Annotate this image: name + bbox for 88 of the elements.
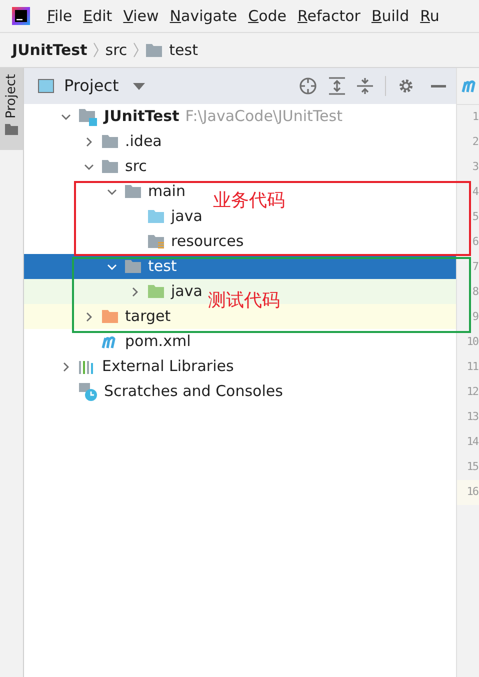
tree-row[interactable]: java (24, 204, 204, 229)
breadcrumb-separator-icon (133, 42, 140, 58)
tree-row[interactable]: Scratches and Consoles (24, 379, 285, 404)
node-label: java (171, 206, 202, 228)
folder-icon (147, 209, 165, 224)
menu-item[interactable]: Code (248, 4, 287, 28)
tree-row[interactable]: src (24, 154, 149, 179)
node-path: F:\JavaCode\JUnitTest (185, 106, 342, 128)
node-label: test (148, 256, 177, 278)
panel-title[interactable]: Project (64, 74, 119, 98)
line-number: 15 (466, 459, 478, 476)
line-number: 4 (472, 184, 478, 200)
annotation-label: 测试代码 (208, 289, 280, 313)
menu-item[interactable]: Edit (83, 4, 112, 28)
line-number: 7 (472, 259, 478, 276)
scratch-clock-icon (78, 382, 98, 402)
chevron-down-icon[interactable] (107, 186, 117, 196)
folder-icon (101, 309, 119, 324)
menu-item[interactable]: Refactor (298, 4, 360, 28)
module-folder-icon (78, 108, 98, 126)
chevron-right-icon[interactable] (84, 312, 94, 322)
folder-icon (101, 134, 119, 149)
line-number: 10 (466, 334, 478, 350)
dropdown-caret-icon[interactable] (132, 82, 145, 90)
app-logo-icon (12, 7, 30, 25)
line-number: 12 (466, 384, 478, 400)
annotation-label: 业务代码 (213, 189, 285, 213)
tree-row[interactable]: pom.xml (24, 329, 193, 354)
node-label: External Libraries (102, 356, 234, 378)
tree-row[interactable]: .idea (24, 129, 164, 154)
line-number: 6 (472, 234, 478, 250)
line-number: 3 (472, 159, 478, 176)
folder-icon (124, 259, 142, 274)
tree-row[interactable]: resources (24, 229, 246, 254)
node-label: src (125, 156, 147, 178)
chevron-right-icon[interactable] (130, 286, 140, 296)
menu-item[interactable]: Navigate (170, 4, 238, 28)
line-number: 14 (466, 434, 478, 450)
resources-folder-icon (147, 234, 165, 249)
node-label: main (148, 181, 186, 202)
line-number: 2 (472, 134, 478, 150)
node-label: resources (171, 231, 244, 252)
line-number: 11 (466, 359, 478, 376)
library-bars-icon (78, 358, 96, 374)
tree-row[interactable]: test (24, 254, 179, 279)
menu-item[interactable]: Build (371, 4, 410, 28)
locate-crosshair-icon[interactable] (299, 77, 317, 95)
tree-row[interactable]: java (24, 279, 204, 304)
line-number: 13 (466, 409, 478, 426)
folder-icon (124, 184, 142, 199)
chevron-down-icon[interactable] (107, 262, 117, 272)
window-icon (38, 79, 54, 93)
tree-row[interactable]: JUnitTest F:\JavaCode\JUnitTest (24, 104, 344, 129)
line-number: 9 (472, 309, 478, 326)
line-number: 5 (472, 209, 478, 226)
chevron-right-icon[interactable] (61, 362, 71, 372)
menu-item[interactable]: Ru (420, 4, 440, 28)
expand-all-icon[interactable] (329, 77, 345, 95)
chevron-down-icon[interactable] (61, 112, 71, 122)
menu-item[interactable]: File (47, 4, 72, 28)
tree-row[interactable]: External Libraries (24, 354, 236, 379)
tree-row[interactable]: main (24, 179, 188, 204)
breadcrumb-item[interactable]: JUnitTest (12, 38, 88, 62)
breadcrumb-separator-icon (93, 42, 100, 58)
chevron-right-icon[interactable] (84, 136, 94, 146)
collapse-all-icon[interactable] (357, 77, 373, 95)
node-label: Scratches and Consoles (104, 381, 283, 402)
folder-icon (5, 124, 18, 136)
folder-icon (147, 284, 165, 299)
node-label: pom.xml (125, 331, 191, 352)
node-label: java (171, 281, 202, 302)
folder-icon (145, 42, 164, 58)
breadcrumb-item[interactable]: test (169, 38, 198, 62)
node-label: target (125, 306, 171, 328)
line-number: 8 (472, 284, 478, 300)
tree-row[interactable]: target (24, 304, 173, 329)
settings-icon[interactable] (398, 78, 414, 94)
line-number: 16 (466, 484, 478, 500)
line-number: 1 (472, 109, 478, 126)
menu-item[interactable]: View (123, 4, 159, 28)
chevron-down-icon[interactable] (84, 162, 94, 172)
breadcrumb-item[interactable]: src (105, 38, 128, 62)
side-tab-label: Project (5, 74, 18, 118)
folder-icon (101, 159, 119, 174)
node-label: JUnitTest (104, 106, 180, 128)
minimize-icon[interactable] (431, 84, 446, 88)
side-tab[interactable]: Project (0, 68, 23, 150)
node-label: .idea (125, 131, 162, 152)
